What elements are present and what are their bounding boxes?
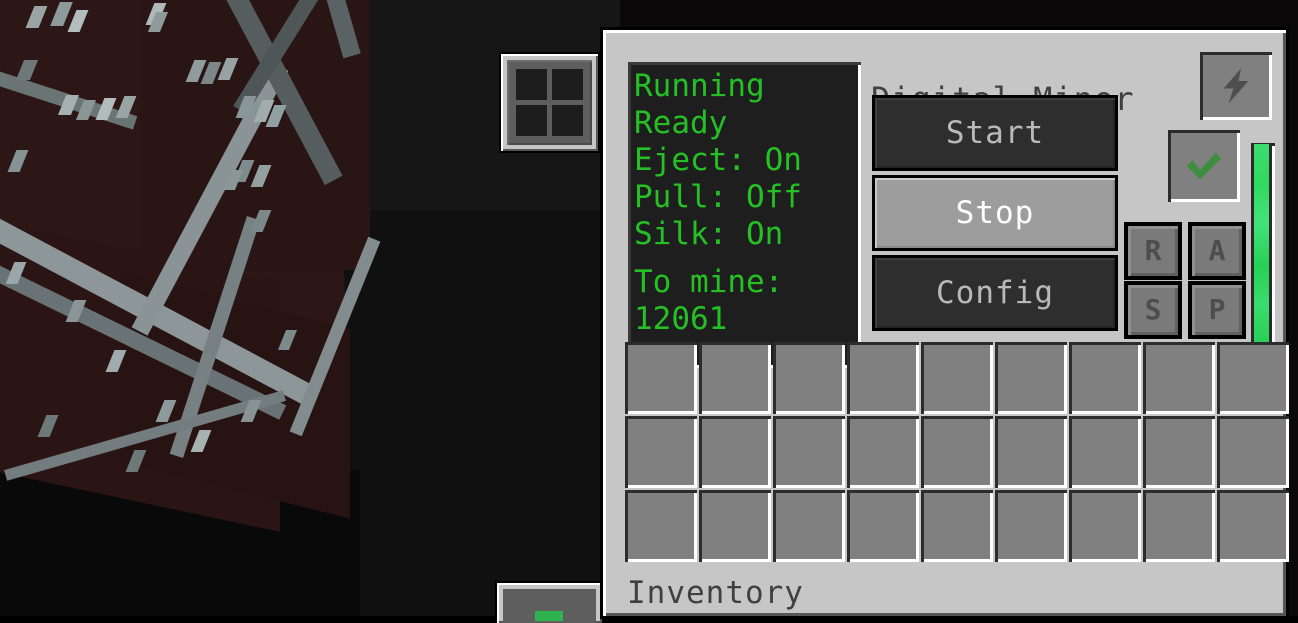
- inventory-slot[interactable]: [699, 342, 771, 414]
- stop-button[interactable]: Stop: [875, 178, 1115, 248]
- digital-miner-window: Digital Miner Running Ready Eject: On Pu…: [603, 30, 1289, 616]
- inventory-slot[interactable]: [699, 416, 771, 488]
- auto-eject-toggle[interactable]: [1168, 130, 1240, 202]
- energy-bar-fill: [1254, 143, 1269, 366]
- inventory-slot[interactable]: [1217, 490, 1289, 562]
- inventory-slot[interactable]: [1069, 342, 1141, 414]
- status-line-silk: Silk: On: [634, 216, 784, 252]
- crafting-grid-icon: [507, 60, 592, 145]
- inventory-slot[interactable]: [1143, 490, 1215, 562]
- inventory-slot[interactable]: [1217, 416, 1289, 488]
- energy-bar[interactable]: [1251, 143, 1275, 372]
- config-button-a[interactable]: A: [1192, 226, 1242, 276]
- secondary-side-button[interactable]: [497, 583, 602, 623]
- config-button[interactable]: Config: [875, 258, 1115, 328]
- status-line-ready: Ready: [634, 105, 728, 141]
- crafting-cell: [516, 105, 547, 136]
- energy-config-button[interactable]: [1200, 52, 1272, 120]
- inventory-slot[interactable]: [921, 490, 993, 562]
- inventory-slot[interactable]: [995, 490, 1067, 562]
- lightning-bolt-icon: [1223, 68, 1249, 104]
- crafting-cell: [516, 69, 547, 100]
- inventory-slot[interactable]: [995, 416, 1067, 488]
- inventory-slot[interactable]: [773, 416, 845, 488]
- status-line-running: Running: [634, 68, 765, 104]
- inventory-slot[interactable]: [1217, 342, 1289, 414]
- inventory-slot[interactable]: [625, 490, 697, 562]
- recipe-button[interactable]: [501, 54, 598, 151]
- inventory-label: Inventory: [627, 575, 804, 611]
- config-button-p[interactable]: P: [1192, 285, 1242, 335]
- to-mine-value: 12061: [634, 301, 728, 337]
- status-display: Running Ready Eject: On Pull: Off Silk: …: [628, 62, 861, 368]
- inventory-slot[interactable]: [995, 342, 1067, 414]
- inventory-slot[interactable]: [773, 490, 845, 562]
- crafting-cell: [552, 105, 583, 136]
- green-indicator-icon: [535, 611, 563, 621]
- config-button-r[interactable]: R: [1128, 226, 1178, 276]
- inventory-slot[interactable]: [1143, 342, 1215, 414]
- inventory-slot[interactable]: [699, 490, 771, 562]
- checkmark-icon: [1186, 152, 1222, 180]
- inventory-slot[interactable]: [847, 342, 919, 414]
- start-button[interactable]: Start: [875, 98, 1115, 168]
- inventory-slot[interactable]: [1143, 416, 1215, 488]
- crafting-cell: [552, 69, 583, 100]
- inventory-slot[interactable]: [625, 342, 697, 414]
- status-line-eject: Eject: On: [634, 142, 802, 178]
- inventory-slot[interactable]: [1069, 490, 1141, 562]
- to-mine-label: To mine:: [634, 264, 784, 300]
- machine-inventory-grid: [625, 342, 1289, 562]
- status-spacer: [634, 253, 857, 264]
- inventory-slot[interactable]: [921, 342, 993, 414]
- inventory-slot[interactable]: [625, 416, 697, 488]
- inventory-slot[interactable]: [921, 416, 993, 488]
- inventory-slot[interactable]: [847, 490, 919, 562]
- config-button-s[interactable]: S: [1128, 285, 1178, 335]
- inventory-slot[interactable]: [773, 342, 845, 414]
- inventory-slot[interactable]: [847, 416, 919, 488]
- status-line-pull: Pull: Off: [634, 179, 802, 215]
- inventory-slot[interactable]: [1069, 416, 1141, 488]
